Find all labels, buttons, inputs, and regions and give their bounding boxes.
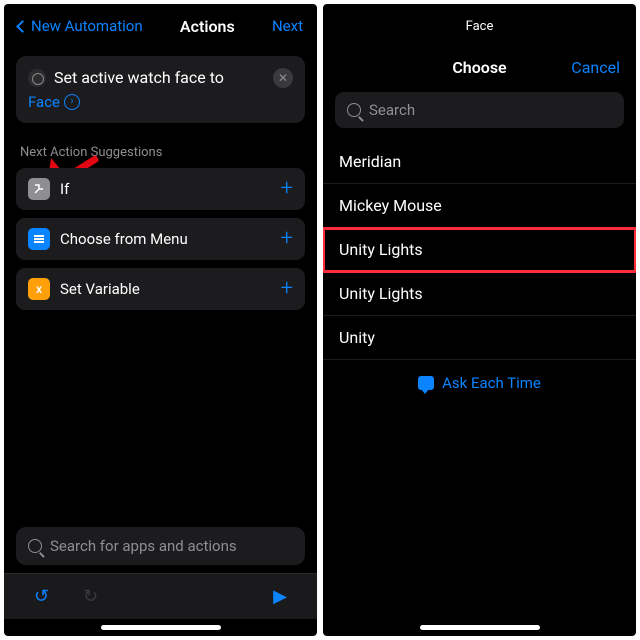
cancel-button[interactable]: Cancel [571, 58, 620, 77]
chevron-right-icon: › [64, 94, 80, 110]
content-area: Set active watch face to ✕ Face › Next A… [4, 48, 317, 527]
if-icon [28, 178, 50, 200]
variable-icon: x [28, 278, 50, 300]
add-icon[interactable]: + [281, 228, 293, 250]
search-placeholder: Search for apps and actions [50, 537, 237, 555]
ask-each-time[interactable]: Ask Each Time [323, 360, 636, 406]
mini-title-bar: Face [323, 4, 636, 48]
search-placeholder: Search [369, 101, 415, 119]
list-item[interactable]: Unity [323, 316, 636, 360]
redo-button: ↻ [83, 586, 98, 607]
card-title: Set active watch face to [54, 68, 224, 87]
navbar: New Automation Actions Next [4, 4, 317, 48]
face-parameter[interactable]: Face › [28, 93, 293, 111]
phone-left: New Automation Actions Next Set active w… [4, 4, 317, 636]
list-item[interactable]: Unity Lights [323, 272, 636, 316]
chevron-left-icon [16, 20, 29, 33]
home-indicator[interactable] [101, 625, 221, 630]
face-list: MeridianMickey MouseUnity LightsUnity Li… [323, 140, 636, 360]
toolbar: ↺ ↻ ▶ [4, 573, 317, 619]
menu-icon [28, 228, 50, 250]
list-item[interactable]: Meridian [323, 140, 636, 184]
suggestion-menu[interactable]: Choose from Menu + [16, 218, 305, 260]
list-item[interactable]: Unity Lights [323, 228, 636, 272]
search-icon [28, 539, 42, 553]
card-header: Set active watch face to [28, 68, 293, 87]
suggestion-label: Choose from Menu [60, 230, 271, 248]
search-input[interactable]: Search [335, 92, 624, 128]
sheet-subtitle: Face [466, 19, 494, 34]
clear-action-button[interactable]: ✕ [273, 68, 293, 88]
add-icon[interactable]: + [281, 278, 293, 300]
back-button[interactable]: New Automation [18, 17, 143, 35]
phone-right: Face Choose Cancel Search MeridianMickey… [323, 4, 636, 636]
suggestion-if[interactable]: If + [16, 168, 305, 210]
back-label: New Automation [31, 17, 143, 35]
list-item[interactable]: Mickey Mouse [323, 184, 636, 228]
search-icon [347, 103, 361, 117]
suggestion-label: If [60, 180, 271, 198]
bottom-area: Search for apps and actions [4, 527, 317, 573]
page-title: Actions [180, 17, 235, 36]
suggestion-variable[interactable]: x Set Variable + [16, 268, 305, 310]
next-label: Next [272, 17, 303, 35]
add-icon[interactable]: + [281, 178, 293, 200]
face-label: Face [28, 93, 60, 111]
undo-button[interactable]: ↺ [34, 586, 49, 607]
action-card[interactable]: Set active watch face to ✕ Face › [16, 56, 305, 123]
run-button[interactable]: ▶ [273, 586, 287, 607]
search-input[interactable]: Search for apps and actions [16, 527, 305, 565]
suggestion-label: Set Variable [60, 280, 271, 298]
ask-label: Ask Each Time [442, 374, 541, 392]
section-header: Next Action Suggestions [20, 145, 301, 160]
sheet-title: Choose [452, 58, 506, 77]
watch-face-icon [28, 69, 46, 87]
home-indicator[interactable] [420, 625, 540, 630]
sheet-navbar: Choose Cancel [323, 48, 636, 86]
next-button[interactable]: Next [272, 17, 303, 35]
chat-icon [418, 376, 434, 390]
